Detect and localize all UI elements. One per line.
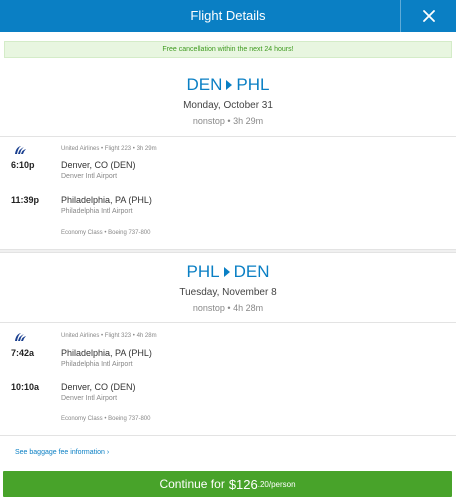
return-cabin: Economy Class • Boeing 737-800 — [61, 416, 151, 422]
baggage-fee-link[interactable]: See baggage fee information › — [15, 448, 109, 457]
chevron-right-icon: › — [106, 449, 110, 456]
continue-button[interactable]: Continue for $126.20/person — [3, 471, 452, 497]
continue-button-label: Continue for — [159, 477, 225, 491]
outbound-depart-time: 6:10p — [11, 160, 35, 170]
outbound-summary: nonstop • 3h 29m — [192, 116, 264, 126]
outbound-cabin: Economy Class • Boeing 737-800 — [61, 230, 151, 236]
divider — [0, 322, 456, 323]
outbound-route-header: DEN PHL Monday, October 31 nonstop • 3h … — [0, 75, 456, 127]
section-divider — [0, 249, 456, 253]
arrow-right-icon — [223, 267, 230, 277]
continue-button-amount: $126 — [228, 476, 258, 492]
return-depart-airport: Philadelphia Intl Airport — [61, 361, 133, 368]
outbound-origin: DEN — [186, 75, 223, 94]
outbound-destination: PHL — [236, 75, 270, 94]
outbound-arrive-time: 11:39p — [11, 195, 40, 205]
united-airlines-logo-icon — [14, 145, 27, 155]
dialog-header: Flight Details — [0, 0, 456, 32]
return-date: Tuesday, November 8 — [179, 287, 277, 298]
return-arrive-city: Denver, CO (DEN) — [61, 382, 136, 392]
return-flight-info: United Airlines • Flight 323 • 4h 28m — [61, 333, 157, 339]
return-route-header: PHL DEN Tuesday, November 8 nonstop • 4h… — [0, 262, 456, 314]
divider — [0, 136, 456, 137]
outbound-flight-info: United Airlines • Flight 223 • 3h 29m — [61, 146, 157, 152]
close-icon[interactable] — [422, 10, 435, 22]
arrow-right-icon — [226, 80, 233, 90]
outbound-route-title: DEN PHL — [0, 75, 456, 95]
return-origin: PHL — [186, 262, 220, 281]
outbound-arrive-airport: Philadelphia Intl Airport — [61, 208, 133, 215]
return-summary: nonstop • 4h 28m — [192, 303, 264, 313]
free-cancellation-banner: Free cancellation within the next 24 hou… — [4, 41, 452, 58]
return-arrive-airport: Denver Intl Airport — [61, 395, 118, 402]
return-route-title: PHL DEN — [0, 262, 456, 282]
outbound-depart-city: Denver, CO (DEN) — [61, 160, 136, 170]
return-arrive-time: 10:10a — [11, 382, 40, 392]
outbound-arrive-city: Philadelphia, PA (PHL) — [61, 195, 152, 205]
return-depart-city: Philadelphia, PA (PHL) — [61, 348, 152, 358]
united-airlines-logo-icon — [14, 332, 27, 342]
dialog-title: Flight Details — [190, 8, 266, 23]
return-destination: DEN — [233, 262, 270, 281]
return-depart-time: 7:42a — [11, 348, 35, 358]
continue-button-suffix: .20/person — [257, 479, 296, 489]
outbound-date: Monday, October 31 — [183, 100, 273, 111]
close-button[interactable] — [400, 0, 456, 32]
divider — [0, 435, 456, 436]
outbound-depart-airport: Denver Intl Airport — [61, 173, 118, 180]
baggage-fee-link-label[interactable]: See baggage fee information — [15, 449, 105, 456]
